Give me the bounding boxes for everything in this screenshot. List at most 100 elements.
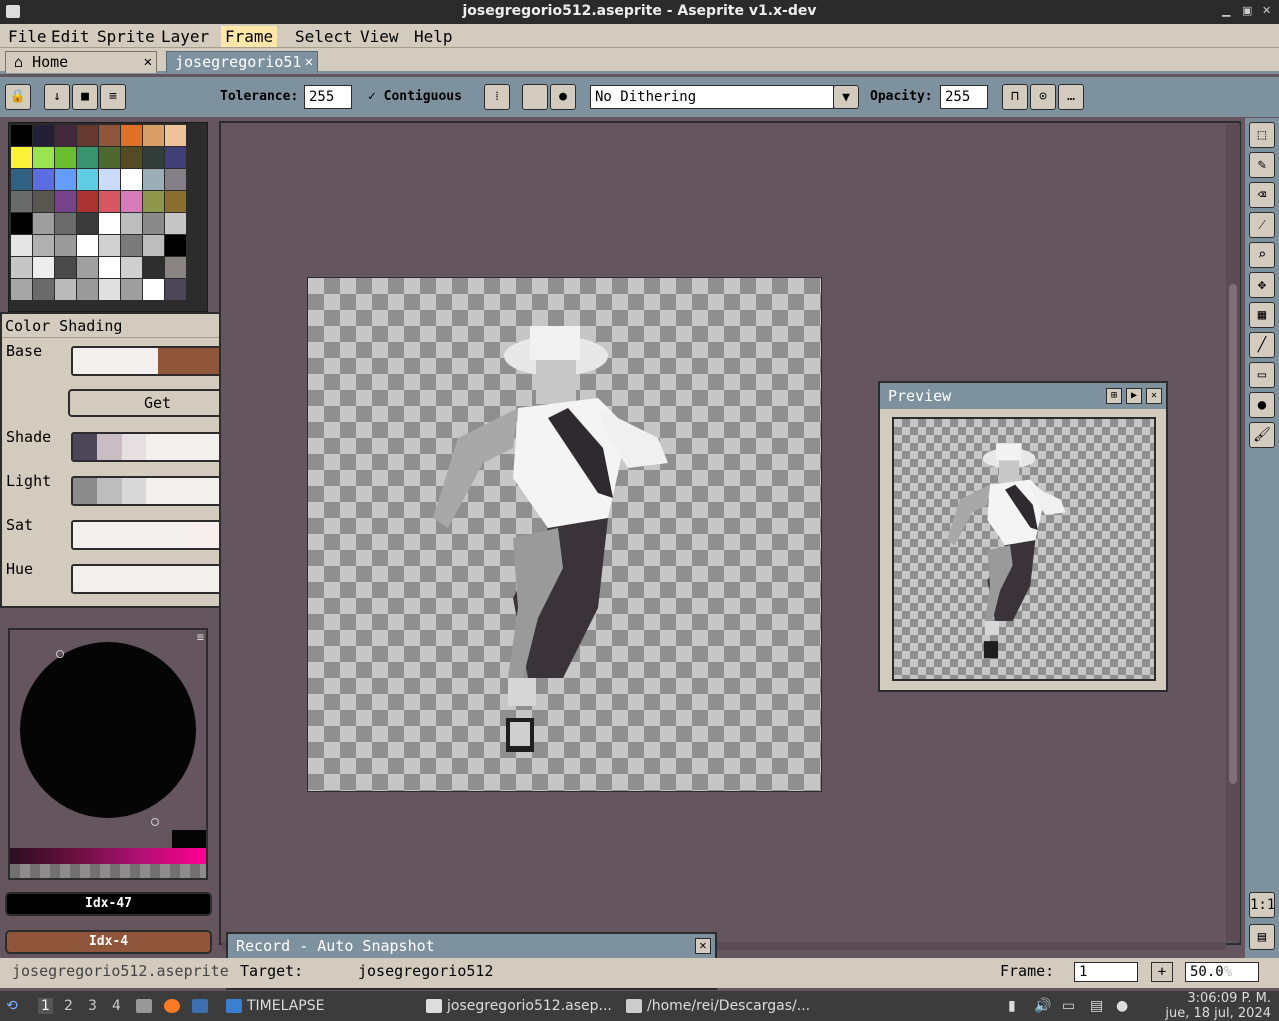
palette-swatch[interactable] <box>99 147 120 168</box>
timeline-icon[interactable]: ▤ <box>1249 924 1275 950</box>
palette-swatch[interactable] <box>121 191 142 212</box>
palette-swatch[interactable] <box>99 257 120 278</box>
palette-swatch[interactable] <box>33 279 54 300</box>
chevron-down-icon[interactable]: ▼ <box>833 85 859 109</box>
preview-canvas[interactable] <box>892 417 1156 681</box>
palette-swatch[interactable] <box>143 125 164 146</box>
tray-clipboard-icon[interactable]: ▤ <box>1090 995 1103 1017</box>
tray-volume-icon[interactable]: 🔊 <box>1034 995 1051 1017</box>
gradient-icon[interactable]: ▦ <box>1249 302 1275 328</box>
opacity-input[interactable]: 255 <box>940 85 988 109</box>
palette-swatch[interactable] <box>165 169 186 190</box>
palette-swatch[interactable] <box>55 169 76 190</box>
palette-swatch[interactable] <box>77 235 98 256</box>
blur-icon[interactable]: ● <box>1249 392 1275 418</box>
palette-swatch[interactable] <box>143 235 164 256</box>
palette-swatch[interactable] <box>165 235 186 256</box>
bucket-icon[interactable]: ⊓ <box>1002 84 1028 110</box>
add-frame-button[interactable]: + <box>1151 962 1173 982</box>
palette-swatch[interactable] <box>11 279 32 300</box>
shade-swatch[interactable] <box>97 434 122 460</box>
palette-swatch[interactable] <box>55 235 76 256</box>
menu-select[interactable]: Select <box>291 26 357 47</box>
shade-swatch[interactable] <box>170 478 195 504</box>
tray-network-icon[interactable]: ▭ <box>1062 995 1075 1017</box>
shade-swatch[interactable] <box>73 566 243 592</box>
palette-swatch[interactable] <box>143 169 164 190</box>
palette-swatch[interactable] <box>33 235 54 256</box>
palette-swatch[interactable] <box>33 257 54 278</box>
palette-swatch[interactable] <box>121 125 142 146</box>
palette-swatch[interactable] <box>55 213 76 234</box>
palette-swatch[interactable] <box>33 213 54 234</box>
close-icon[interactable]: ✕ <box>1146 388 1162 404</box>
tray-notification-icon[interactable]: ● <box>1116 995 1128 1017</box>
lock-icon[interactable]: 🔒 <box>5 84 31 110</box>
minimize-icon[interactable]: ▁ <box>1222 4 1230 17</box>
palette-swatch[interactable] <box>11 125 32 146</box>
foreground-color-button[interactable]: Idx-47 <box>5 892 212 916</box>
palette-swatch[interactable] <box>165 191 186 212</box>
menu-edit[interactable]: Edit <box>47 26 94 47</box>
palette-swatch[interactable] <box>77 125 98 146</box>
palette-swatch[interactable] <box>11 169 32 190</box>
shade-swatch[interactable] <box>194 478 219 504</box>
shade-swatch[interactable] <box>194 434 219 460</box>
shade-swatch[interactable] <box>101 522 130 548</box>
shade-swatch[interactable] <box>170 434 195 460</box>
menu-sprite[interactable]: Sprite <box>93 26 159 47</box>
close-icon[interactable]: ✕ <box>695 938 711 954</box>
marquee-icon[interactable]: ⬚ <box>1249 122 1275 148</box>
shade-swatch[interactable] <box>73 522 102 548</box>
workspace-4[interactable]: 4 <box>112 998 121 1014</box>
eyedropper-icon[interactable]: ⁄ <box>1249 212 1275 238</box>
workspace-1[interactable]: 1 <box>38 998 53 1014</box>
dithering-select[interactable]: No Dithering <box>590 85 834 109</box>
palette-swatch[interactable] <box>121 169 142 190</box>
gradient-radial-icon[interactable]: ● <box>550 84 576 110</box>
palette-swatch[interactable] <box>143 279 164 300</box>
scrollbar-thumb[interactable] <box>1229 284 1237 784</box>
gray-strip[interactable] <box>10 864 206 878</box>
workspace-3[interactable]: 3 <box>88 998 97 1014</box>
menu-file[interactable]: File <box>4 26 51 47</box>
shade-swatch[interactable] <box>97 478 122 504</box>
square-icon[interactable]: ■ <box>72 84 98 110</box>
tab-close-icon[interactable]: ✕ <box>305 52 313 72</box>
palette-swatch[interactable] <box>165 147 186 168</box>
start-menu-icon[interactable]: ⟲ <box>6 995 18 1017</box>
shade-swatch[interactable] <box>145 434 171 460</box>
palette-swatch[interactable] <box>99 213 120 234</box>
palette-swatch[interactable] <box>77 279 98 300</box>
shade-swatch[interactable] <box>73 478 98 504</box>
more-icon[interactable]: … <box>1058 84 1084 110</box>
options-icon[interactable]: ⊙ <box>1030 84 1056 110</box>
palette-swatch[interactable] <box>165 213 186 234</box>
task-aseprite[interactable]: josegregorio512.asep... <box>426 995 612 1017</box>
palette-swatch[interactable] <box>33 169 54 190</box>
palette-swatch[interactable] <box>77 191 98 212</box>
vertical-scrollbar[interactable] <box>1226 124 1240 942</box>
move-icon[interactable]: ✥ <box>1249 272 1275 298</box>
close-window-icon[interactable]: ✕ <box>1262 4 1271 17</box>
palette-swatch[interactable] <box>143 191 164 212</box>
palette-swatch[interactable] <box>11 147 32 168</box>
palette-swatch[interactable] <box>55 279 76 300</box>
menu-help[interactable]: Help <box>410 26 457 47</box>
maximize-icon[interactable]: ▣ <box>1242 4 1252 17</box>
palette-swatch[interactable] <box>11 235 32 256</box>
shade-swatch[interactable] <box>121 478 146 504</box>
palette-swatch[interactable] <box>77 169 98 190</box>
terminal-launcher-icon[interactable] <box>192 995 213 1017</box>
sprite-canvas[interactable] <box>307 277 822 792</box>
palette-swatch[interactable] <box>77 213 98 234</box>
tab-home[interactable]: ⌂ Home ✕ <box>5 51 157 73</box>
preview-header[interactable]: Preview <box>880 383 1166 409</box>
palette-swatch[interactable] <box>121 235 142 256</box>
task-editor[interactable]: /home/rei/Descargas/... <box>626 995 810 1017</box>
palette-swatch[interactable] <box>33 125 54 146</box>
palette-swatch[interactable] <box>121 213 142 234</box>
line-icon[interactable]: ╱ <box>1249 332 1275 358</box>
tolerance-input[interactable]: 255 <box>304 85 352 109</box>
palette-swatch[interactable] <box>77 257 98 278</box>
